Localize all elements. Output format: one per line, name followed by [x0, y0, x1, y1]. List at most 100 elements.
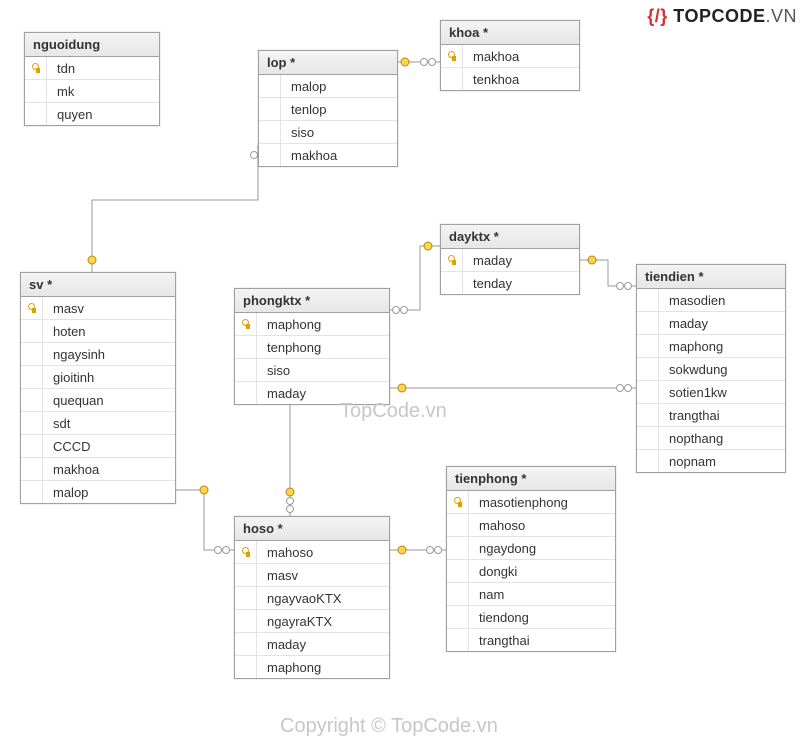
table-row[interactable]: nopnam	[637, 450, 785, 472]
key-col-empty	[235, 564, 257, 586]
table-row[interactable]: CCCD	[21, 435, 175, 458]
field-name: ngaysinh	[43, 345, 175, 364]
table-title[interactable]: lop *	[259, 51, 397, 75]
table-row[interactable]: maday	[235, 382, 389, 404]
table-row[interactable]: hoten	[21, 320, 175, 343]
field-name: tdn	[47, 59, 159, 78]
key-col-empty	[21, 412, 43, 434]
field-name: tiendong	[469, 608, 615, 627]
field-name: gioitinh	[43, 368, 175, 387]
table-row[interactable]: dongki	[447, 560, 615, 583]
field-name: trangthai	[659, 406, 785, 425]
key-col-empty	[21, 320, 43, 342]
table-row[interactable]: makhoa	[441, 45, 579, 68]
table-row[interactable]: masotienphong	[447, 491, 615, 514]
table-row[interactable]: nopthang	[637, 427, 785, 450]
table-title[interactable]: sv *	[21, 273, 175, 297]
key-col-empty	[447, 583, 469, 605]
table-sv[interactable]: sv *masv hoten ngaysinh gioitinh quequan sdtC…	[20, 272, 176, 504]
table-hoso[interactable]: hoso *mahosomasv ngayvaoKTX ngayraKTX maday…	[234, 516, 390, 679]
table-row[interactable]: tenday	[441, 272, 579, 294]
table-row[interactable]: sokwdung	[637, 358, 785, 381]
table-row[interactable]: tiendong	[447, 606, 615, 629]
table-row[interactable]: sdt	[21, 412, 175, 435]
key-icon	[26, 302, 38, 314]
field-name: ngayraKTX	[257, 612, 389, 631]
table-dayktx[interactable]: dayktx * maday tenday	[440, 224, 580, 295]
field-name: ngayvaoKTX	[257, 589, 389, 608]
primary-key-icon	[441, 45, 463, 67]
key-icon	[240, 318, 252, 330]
table-row[interactable]: siso	[235, 359, 389, 382]
field-name: trangthai	[469, 631, 615, 650]
table-row[interactable]: siso	[259, 121, 397, 144]
table-row[interactable]: maphong	[235, 313, 389, 336]
field-name: quequan	[43, 391, 175, 410]
key-col-empty	[259, 144, 281, 166]
key-col-empty	[21, 343, 43, 365]
field-name: maday	[463, 251, 579, 270]
table-row[interactable]: malop	[259, 75, 397, 98]
table-row[interactable]: maday	[637, 312, 785, 335]
table-row[interactable]: ngaysinh	[21, 343, 175, 366]
table-row[interactable]: makhoa	[259, 144, 397, 166]
key-icon	[30, 62, 42, 74]
logo-brand: TOPCODE	[673, 6, 765, 26]
table-row[interactable]: trangthai	[637, 404, 785, 427]
key-col-empty	[637, 427, 659, 449]
table-row[interactable]: quyen	[25, 103, 159, 125]
table-row[interactable]: mahoso	[235, 541, 389, 564]
table-row[interactable]: malop	[21, 481, 175, 503]
table-row[interactable]: tenphong	[235, 336, 389, 359]
table-row[interactable]: sotien1kw	[637, 381, 785, 404]
table-row[interactable]: maphong	[235, 656, 389, 678]
table-title[interactable]: khoa *	[441, 21, 579, 45]
table-row[interactable]: ngayraKTX	[235, 610, 389, 633]
field-name: maday	[257, 635, 389, 654]
field-name: maphong	[659, 337, 785, 356]
table-title[interactable]: phongktx *	[235, 289, 389, 313]
field-name: masodien	[659, 291, 785, 310]
key-col-empty	[21, 435, 43, 457]
table-row[interactable]: masodien	[637, 289, 785, 312]
table-row[interactable]: nam	[447, 583, 615, 606]
table-khoa[interactable]: khoa *makhoatenkhoa	[440, 20, 580, 91]
table-title[interactable]: dayktx *	[441, 225, 579, 249]
table-row[interactable]: masv	[235, 564, 389, 587]
key-col-empty	[447, 560, 469, 582]
table-row[interactable]: tenlop	[259, 98, 397, 121]
table-tienphong[interactable]: tienphong *masotienphongmahosongaydongdo…	[446, 466, 616, 652]
table-phongktx[interactable]: phongktx *maphongtenphongsisomaday	[234, 288, 390, 405]
table-row[interactable]: quequan	[21, 389, 175, 412]
table-row[interactable]: makhoa	[21, 458, 175, 481]
table-row[interactable]: mahoso	[447, 514, 615, 537]
table-lop[interactable]: lop * malop tenlopsiso makhoa	[258, 50, 398, 167]
field-name: makhoa	[281, 146, 397, 165]
field-name: malop	[281, 77, 397, 96]
table-row[interactable]: maday	[441, 249, 579, 272]
table-title[interactable]: tiendien *	[637, 265, 785, 289]
field-name: maphong	[257, 658, 389, 677]
table-title[interactable]: hoso *	[235, 517, 389, 541]
watermark-bottom: Copyright © TopCode.vn	[280, 715, 498, 738]
table-title[interactable]: tienphong *	[447, 467, 615, 491]
table-row[interactable]: maphong	[637, 335, 785, 358]
key-icon	[452, 496, 464, 508]
table-title[interactable]: nguoidung	[25, 33, 159, 57]
table-row[interactable]: tenkhoa	[441, 68, 579, 90]
table-tiendien[interactable]: tiendien * masodien maday maphong sokwdungso…	[636, 264, 786, 473]
table-row[interactable]: ngayvaoKTX	[235, 587, 389, 610]
table-row[interactable]: mk	[25, 80, 159, 103]
table-nguoidung[interactable]: nguoidung tdn mkquyen	[24, 32, 160, 126]
field-name: makhoa	[43, 460, 175, 479]
field-name: hoten	[43, 322, 175, 341]
table-row[interactable]: ngaydong	[447, 537, 615, 560]
key-col-empty	[637, 312, 659, 334]
key-icon	[240, 546, 252, 558]
key-col-empty	[637, 450, 659, 472]
table-row[interactable]: tdn	[25, 57, 159, 80]
table-row[interactable]: trangthai	[447, 629, 615, 651]
table-row[interactable]: gioitinh	[21, 366, 175, 389]
table-row[interactable]: maday	[235, 633, 389, 656]
table-row[interactable]: masv	[21, 297, 175, 320]
